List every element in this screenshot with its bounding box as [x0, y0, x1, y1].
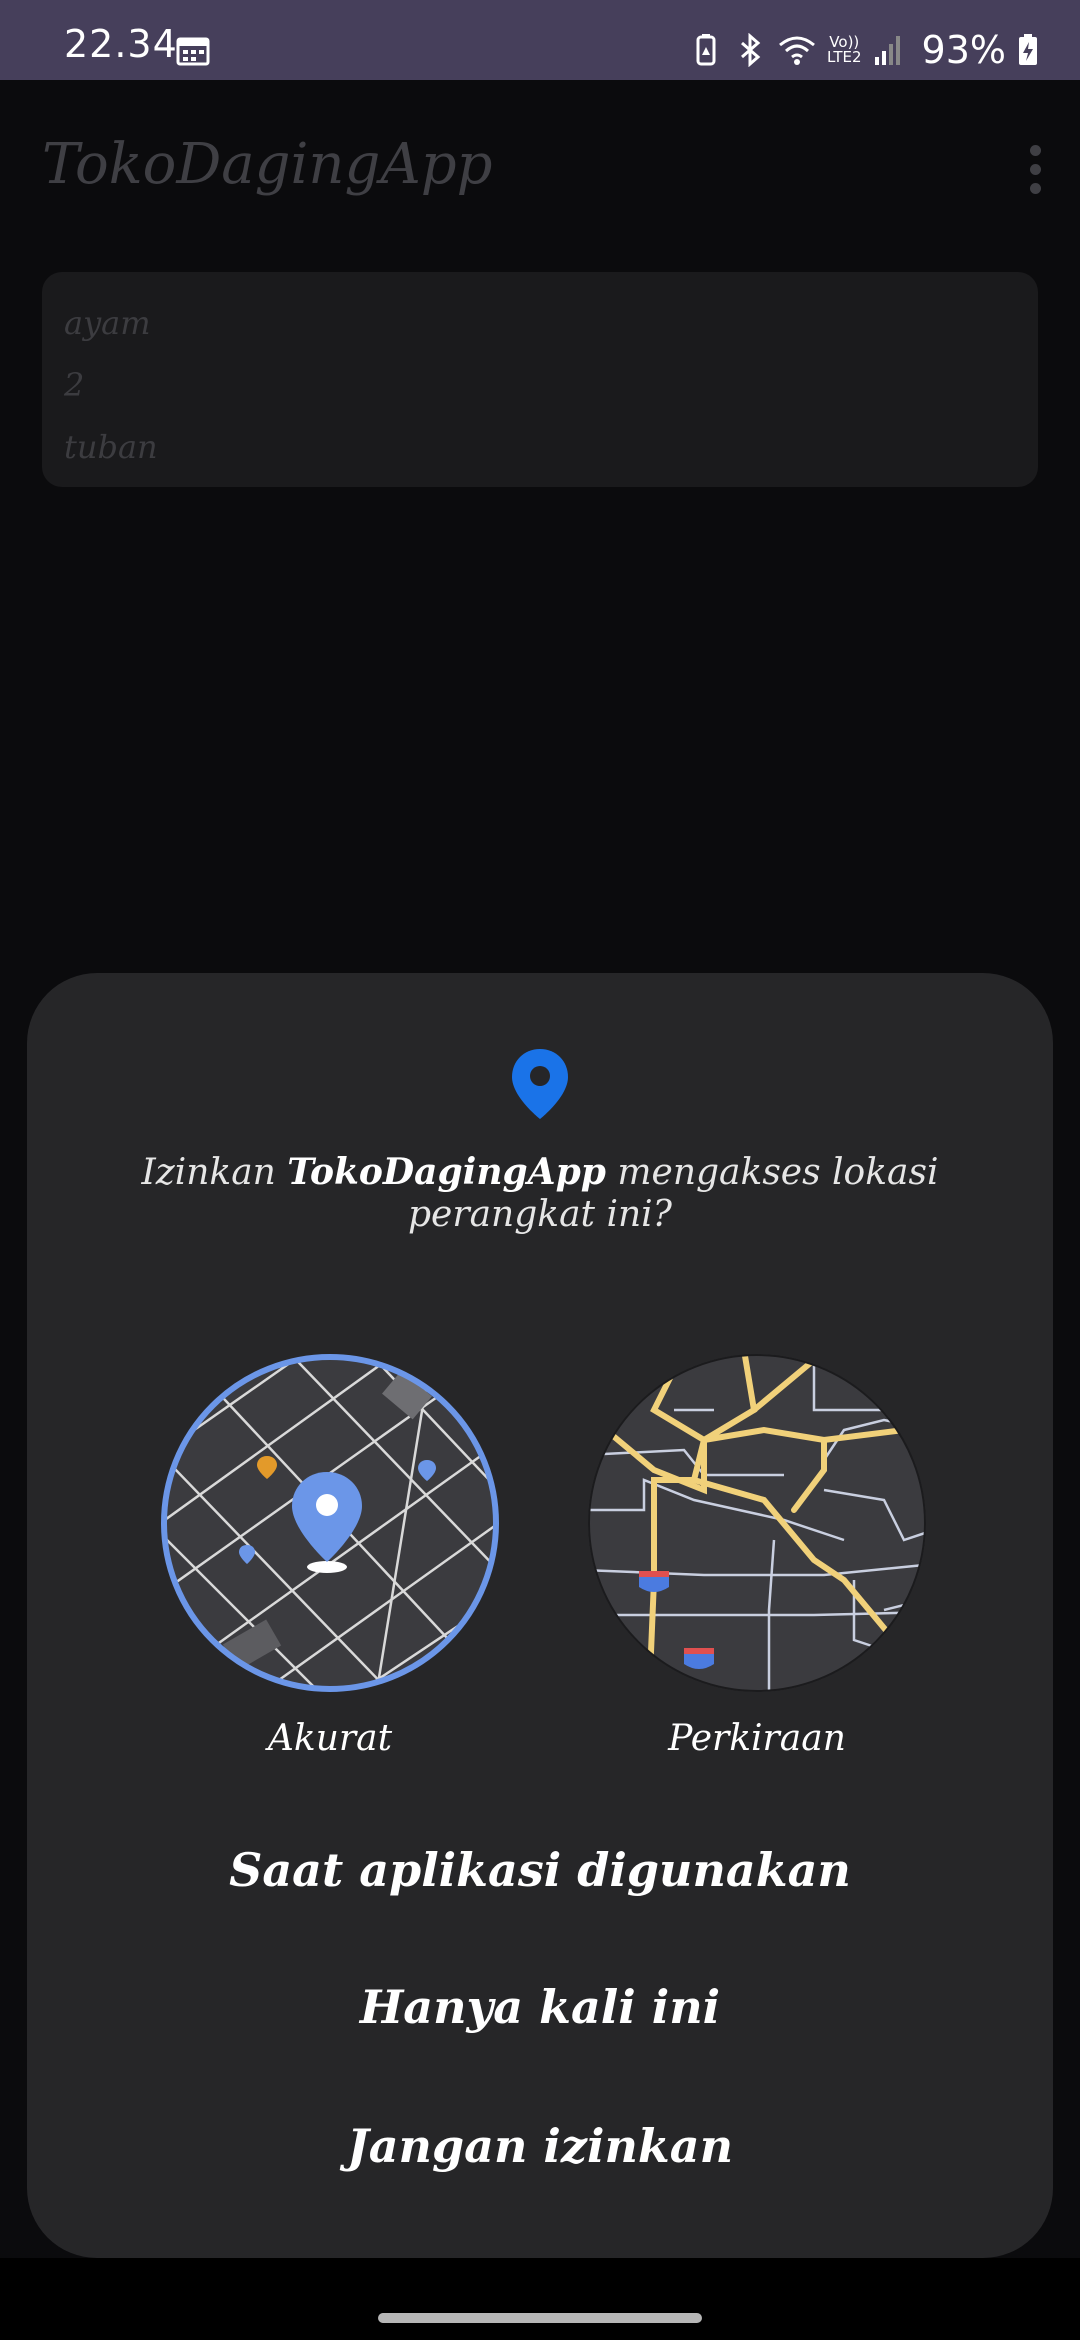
home-gesture-handle[interactable]: [378, 2313, 702, 2323]
precise-location-option[interactable]: Akurat: [157, 1350, 503, 1759]
status-time: 22.34: [64, 22, 178, 66]
card-line-product: ayam: [64, 304, 151, 342]
app-title: TokoDagingApp: [42, 132, 493, 197]
status-bar: 22.34 Vo)) LTE2 93%: [0, 0, 1080, 80]
allow-while-using-button[interactable]: Saat aplikasi digunakan: [27, 1843, 1053, 1897]
navigation-bar: [0, 2258, 1080, 2340]
bluetooth-icon: [741, 33, 761, 67]
signal-icon: [874, 36, 900, 65]
permission-prompt: Izinkan TokoDagingApp mengakses lokasi p…: [141, 1151, 939, 1235]
calendar-icon: [176, 37, 210, 66]
approximate-location-option[interactable]: Perkiraan: [584, 1350, 930, 1759]
allow-only-this-time-button[interactable]: Hanya kali ini: [27, 1980, 1053, 2034]
card-line-quantity: 2: [64, 366, 85, 404]
card-line-location: tuban: [64, 428, 158, 466]
location-permission-dialog: Izinkan TokoDagingApp mengakses lokasi p…: [27, 973, 1053, 2258]
precise-label: Akurat: [267, 1718, 393, 1759]
approximate-label: Perkiraan: [668, 1718, 846, 1759]
approximate-map-icon: [588, 1354, 926, 1692]
prompt-app-name: TokoDagingApp: [287, 1151, 606, 1193]
order-card: ayam 2 tuban: [42, 272, 1038, 487]
wifi-icon: [779, 36, 815, 65]
network-type-label: Vo)) LTE2: [827, 33, 862, 66]
location-pin-icon: [512, 1049, 568, 1119]
deny-button[interactable]: Jangan izinkan: [27, 2119, 1053, 2173]
battery-charging-icon: [1019, 34, 1037, 65]
battery-percent: 93%: [921, 28, 1006, 72]
overflow-menu-icon[interactable]: [1020, 140, 1050, 200]
precise-map-icon: [161, 1354, 499, 1692]
battery-saver-icon: [696, 34, 716, 66]
